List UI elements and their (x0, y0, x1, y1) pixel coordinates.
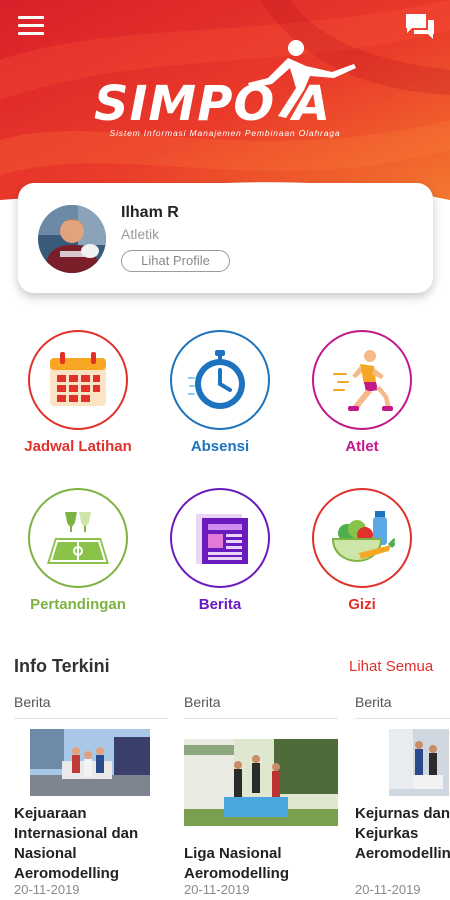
news-date: 20-11-2019 (184, 882, 250, 897)
menu-label: Gizi (348, 596, 376, 613)
menu-label: Berita (198, 596, 242, 613)
food-icon (331, 511, 395, 563)
field-icon (47, 512, 109, 564)
news-carousel[interactable]: Berita Kejuaraan Internasional dan Nasio… (0, 688, 450, 900)
profile-name: Ilham R (121, 204, 179, 221)
news-category: Berita (355, 694, 392, 710)
news-date: 20-11-2019 (14, 882, 80, 897)
menu-icon-circle (28, 488, 128, 588)
menu-label: Atlet (345, 438, 379, 455)
news-card[interactable]: Berita Kejurnas dan Kejurkas Aeromodelli… (355, 688, 450, 900)
news-date: 20-11-2019 (355, 882, 421, 897)
menu-jadwal-latihan[interactable]: Jadwal Latihan (8, 330, 148, 460)
news-category: Berita (184, 694, 221, 710)
menu-icon-circle (170, 330, 270, 430)
section-title: Info Terkini (14, 656, 110, 676)
news-title: Kejurnas dan Kejurkas Aeromodelling 2018 (355, 805, 450, 862)
divider (184, 718, 338, 719)
menu-icon-circle (170, 488, 270, 588)
menu-pertandingan[interactable]: Pertandingan (8, 488, 148, 618)
news-card[interactable]: Berita Kejuaraan Internasional dan Nasio… (14, 688, 172, 900)
menu-icon-circle (312, 488, 412, 588)
menu-label: Jadwal Latihan (24, 438, 132, 455)
newspaper-icon (196, 514, 248, 564)
athlete-logo-icon (248, 40, 356, 118)
menu-label: Pertandingan (30, 596, 126, 613)
avatar (38, 205, 106, 273)
news-category: Berita (14, 694, 51, 710)
stopwatch-icon (188, 350, 245, 409)
runner-icon (333, 350, 393, 411)
news-image (184, 739, 338, 826)
menu-berita[interactable]: Berita (150, 488, 290, 618)
profile-sport: Atletik (121, 226, 160, 242)
news-image (30, 729, 150, 796)
see-all-link[interactable]: Lihat Semua (349, 658, 433, 675)
menu-absensi[interactable]: Absensi (150, 330, 290, 460)
hamburger-menu-icon[interactable] (18, 16, 44, 38)
menu-gizi[interactable]: Gizi (292, 488, 432, 618)
news-card[interactable]: Berita Liga Nasional Aeromodelling 20-11… (184, 688, 342, 900)
divider (355, 718, 450, 719)
news-title: Liga Nasional Aeromodelling (184, 845, 290, 882)
profile-card: Ilham R Atletik Lihat Profile (18, 183, 433, 293)
app-tagline: Sistem Informasi Manajemen Pembinaan Ola… (109, 128, 341, 138)
news-title: Kejuaraan Internasional dan Nasional Aer… (14, 805, 139, 882)
divider (14, 718, 168, 719)
menu-icon-circle (312, 330, 412, 430)
view-profile-button[interactable]: Lihat Profile (121, 250, 230, 272)
calendar-icon (50, 352, 106, 406)
menu-label: Absensi (190, 438, 250, 455)
news-image (389, 729, 449, 796)
chat-icon[interactable] (404, 12, 436, 42)
menu-atlet[interactable]: Atlet (292, 330, 432, 460)
menu-icon-circle (28, 330, 128, 430)
